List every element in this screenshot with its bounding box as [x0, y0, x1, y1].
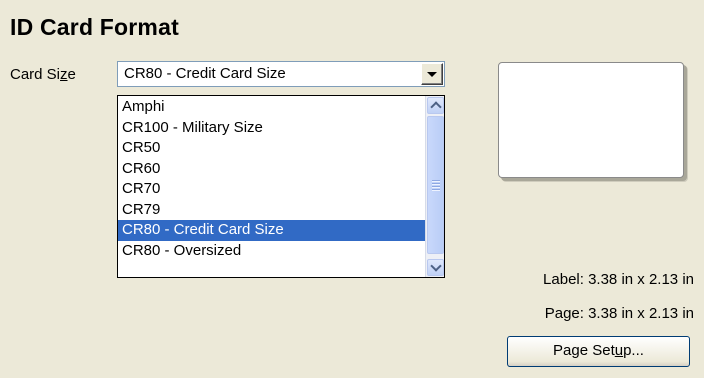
page-size-text: Page: 3.38 in x 2.13 in	[544, 305, 694, 322]
page-setup-button[interactable]: Page Setup...	[507, 336, 690, 367]
scrollbar-thumb[interactable]	[427, 116, 444, 254]
page-setup-label-start: Page Set	[553, 342, 615, 359]
list-item[interactable]: CR50	[118, 138, 426, 159]
chevron-down-icon	[430, 260, 442, 272]
list-item[interactable]: CR100 - Military Size	[118, 118, 426, 139]
list-item[interactable]: CR80 - Oversized	[118, 241, 426, 262]
list-item[interactable]: CR70	[118, 179, 426, 200]
dropdown-scrollbar[interactable]	[425, 96, 444, 277]
label-size-text: Label: 3.38 in x 2.13 in	[543, 271, 694, 288]
card-size-label-accelerator: z	[60, 66, 68, 83]
card-size-label-end: e	[67, 66, 76, 83]
card-size-options: Amphi CR100 - Military Size CR50 CR60 CR…	[118, 97, 426, 261]
dropdown-button[interactable]	[421, 63, 443, 85]
list-item-selected[interactable]: CR80 - Credit Card Size	[118, 220, 426, 241]
scroll-down-button[interactable]	[427, 259, 444, 276]
card-size-label: Card Size	[10, 66, 76, 83]
page-setup-accelerator: u	[614, 342, 624, 359]
grip-line	[432, 186, 440, 187]
scroll-up-button[interactable]	[427, 97, 444, 114]
grip-line	[432, 189, 440, 190]
card-size-combobox[interactable]: CR80 - Credit Card Size	[117, 61, 445, 87]
chevron-down-icon	[427, 72, 437, 77]
card-size-label-start: Card Si	[10, 66, 61, 83]
grip-line	[432, 180, 440, 181]
card-preview	[498, 62, 684, 178]
list-item[interactable]: CR60	[118, 159, 426, 180]
page-title: ID Card Format	[10, 14, 179, 40]
card-size-dropdown-list[interactable]: Amphi CR100 - Military Size CR50 CR60 CR…	[117, 95, 445, 278]
list-item[interactable]: CR79	[118, 200, 426, 221]
grip-line	[432, 183, 440, 184]
page-setup-label-end: p...	[623, 342, 644, 359]
chevron-up-icon	[430, 101, 442, 113]
card-size-selected-value: CR80 - Credit Card Size	[124, 65, 286, 82]
list-item[interactable]: Amphi	[118, 97, 426, 118]
